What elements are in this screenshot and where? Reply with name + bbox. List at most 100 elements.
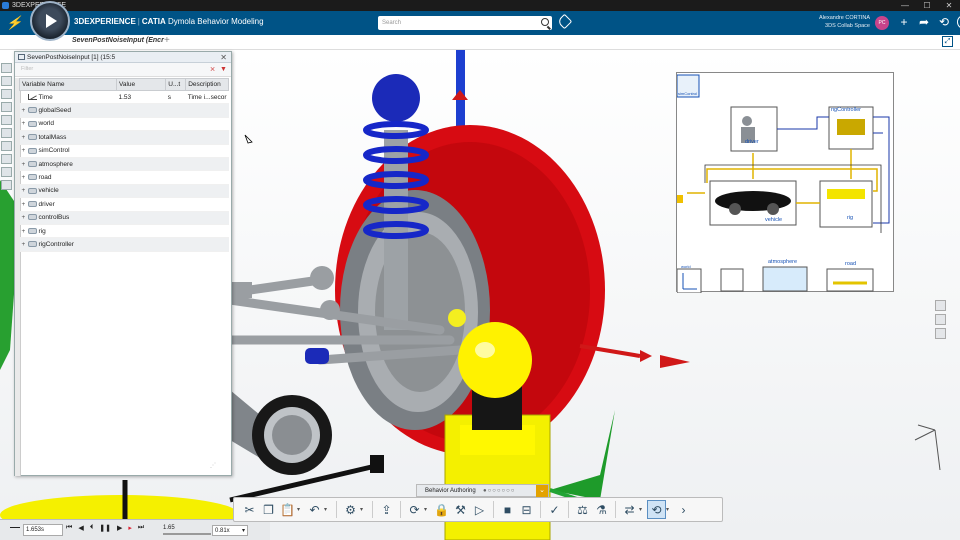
compass-play-icon[interactable] — [30, 1, 70, 41]
tool-icon-1[interactable] — [1, 63, 12, 73]
expand-row-icon[interactable]: + — [22, 201, 28, 208]
step-forward-icon[interactable]: ▸ — [128, 524, 132, 532]
view-tool-icon[interactable] — [935, 300, 946, 311]
plot-icon[interactable]: ⚗ — [592, 500, 611, 519]
undo-icon[interactable]: ↶ — [305, 500, 324, 519]
avatar[interactable]: PC — [875, 16, 889, 30]
copy-icon[interactable]: ❐ — [259, 500, 278, 519]
settings-gear-icon[interactable]: ⚙ — [341, 500, 360, 519]
col-value[interactable]: Value — [115, 78, 167, 91]
action-bar-section-tab[interactable]: Behavior Authoring ●○○○○○○ ⌄ — [416, 484, 549, 497]
cut-icon[interactable]: ✂ — [240, 500, 259, 519]
variable-name-cell[interactable]: + vehicle — [19, 184, 117, 199]
variable-value[interactable] — [116, 144, 166, 158]
section-pager[interactable]: ●○○○○○○ — [483, 485, 515, 497]
table-row[interactable]: + atmosphere — [19, 157, 229, 172]
share-icon[interactable]: ➦ — [917, 15, 931, 29]
variable-name-cell[interactable]: Time — [19, 90, 117, 105]
expand-row-icon[interactable]: + — [22, 187, 28, 194]
variable-value[interactable] — [116, 197, 166, 212]
variable-value[interactable] — [116, 184, 166, 199]
tool-icon-10[interactable] — [1, 180, 12, 190]
slider-track[interactable] — [163, 533, 211, 535]
expand-row-icon[interactable]: + — [22, 228, 28, 235]
add-icon[interactable]: + — [897, 15, 911, 29]
expand-row-icon[interactable]: + — [22, 241, 28, 248]
play-circle-icon[interactable]: ▷ — [470, 500, 489, 519]
add-tab-button[interactable]: + — [164, 35, 170, 46]
expand-row-icon[interactable]: + — [22, 147, 28, 154]
fit-tool-icon[interactable] — [935, 328, 946, 339]
tool-icon-8[interactable] — [1, 154, 12, 164]
ds-logo-icon[interactable]: ⚡ — [6, 15, 22, 31]
table-row[interactable]: + rigController — [19, 237, 229, 252]
tool-icon-9[interactable] — [1, 167, 12, 177]
clear-filter-icon[interactable]: ⨯ — [208, 65, 217, 74]
panel-resize-grip[interactable]: ⋰ — [210, 462, 226, 470]
variable-value[interactable] — [116, 237, 166, 252]
step-icon[interactable]: ⊟ — [517, 500, 536, 519]
speed-select[interactable]: 0.81x — [212, 525, 248, 536]
variable-name-cell[interactable]: + rigController — [19, 237, 117, 252]
variable-value[interactable] — [116, 157, 166, 172]
variable-value[interactable] — [116, 224, 166, 239]
table-row[interactable]: + vehicle — [19, 184, 229, 199]
col-unit[interactable]: U...t — [165, 78, 187, 91]
close-window-button[interactable]: ✕ — [938, 0, 960, 11]
filter-icon[interactable]: ▼ — [219, 65, 228, 74]
tab-sevenpostnoiseinput[interactable]: SevenPostNoiseInput (Encr — [72, 37, 164, 44]
next-icon[interactable]: › — [674, 500, 693, 519]
table-row[interactable]: + controlBus — [19, 211, 229, 225]
expand-row-icon[interactable]: + — [22, 174, 28, 181]
animation-icon[interactable]: ⇄ — [620, 500, 639, 519]
panel-close-icon[interactable]: ✕ — [220, 52, 227, 62]
variable-value[interactable] — [116, 117, 166, 132]
expand-row-icon[interactable]: + — [22, 161, 28, 168]
user-info[interactable]: Alexandre CORTINA 3DS Collab Space — [819, 14, 870, 30]
step-back-icon[interactable]: ◀ — [78, 524, 83, 532]
table-row[interactable]: + rig — [19, 224, 229, 239]
expand-row-icon[interactable]: + — [22, 120, 28, 127]
simulation-dropdown-icon[interactable]: ▾ — [424, 506, 432, 513]
settings-dropdown-icon[interactable]: ▾ — [360, 506, 368, 513]
tool-icon-6[interactable] — [1, 128, 12, 138]
collapse-chevron-icon[interactable]: ⌄ — [536, 485, 548, 497]
variable-value[interactable] — [116, 130, 166, 145]
tool-icon-4[interactable] — [1, 102, 12, 112]
table-row[interactable]: + road — [19, 170, 229, 185]
table-row[interactable]: Time 1.53 s Time i...secor — [19, 90, 229, 105]
time-slider[interactable]: 1.65 — [163, 525, 211, 537]
variable-name-cell[interactable]: + controlBus — [19, 211, 117, 225]
pause-icon[interactable]: ❚❚ — [99, 524, 111, 532]
forward-end-icon[interactable]: ⏭ — [138, 524, 144, 532]
play-backward-icon[interactable]: ⏴ — [90, 524, 94, 532]
simulation-icon[interactable]: ⟳ — [405, 500, 424, 519]
tools-icon[interactable]: ⚒ — [451, 500, 470, 519]
variable-name-cell[interactable]: + rig — [19, 224, 117, 239]
panel-title-bar[interactable]: SevenPostNoiseInput [1] (15:5 ✕ — [15, 52, 231, 63]
time-input[interactable]: 1.653s — [23, 524, 63, 536]
table-row[interactable]: + driver — [19, 197, 229, 212]
table-row[interactable]: + simControl — [19, 144, 229, 158]
tool-icon-3[interactable] — [1, 89, 12, 99]
variable-value[interactable]: 1.53 — [116, 90, 166, 105]
render-tool-icon[interactable] — [935, 314, 946, 325]
table-row[interactable]: + globalSeed — [19, 103, 229, 118]
tool-icon-5[interactable] — [1, 115, 12, 125]
variable-name-cell[interactable]: + globalSeed — [19, 103, 117, 118]
table-row[interactable]: + totalMass — [19, 130, 229, 145]
animation-3d-icon[interactable]: ⟲ — [647, 500, 666, 519]
undo-dropdown-icon[interactable]: ▾ — [324, 506, 332, 513]
tool-icon-7[interactable] — [1, 141, 12, 151]
modelica-diagram[interactable]: simControl driver rigController vehicle … — [676, 72, 894, 293]
rewind-start-icon[interactable]: ⏮ — [66, 524, 72, 532]
expand-row-icon[interactable]: + — [22, 107, 28, 114]
variable-name-cell[interactable]: + atmosphere — [19, 157, 117, 172]
export-icon[interactable]: ⇪ — [377, 500, 396, 519]
expand-row-icon[interactable]: + — [22, 214, 28, 221]
play-icon[interactable]: ▶ — [117, 524, 122, 532]
variable-name-cell[interactable]: + driver — [19, 197, 117, 212]
filter-input[interactable]: Filter — [21, 66, 33, 72]
variable-name-cell[interactable]: + world — [19, 117, 117, 132]
expand-row-icon[interactable]: + — [22, 134, 28, 141]
